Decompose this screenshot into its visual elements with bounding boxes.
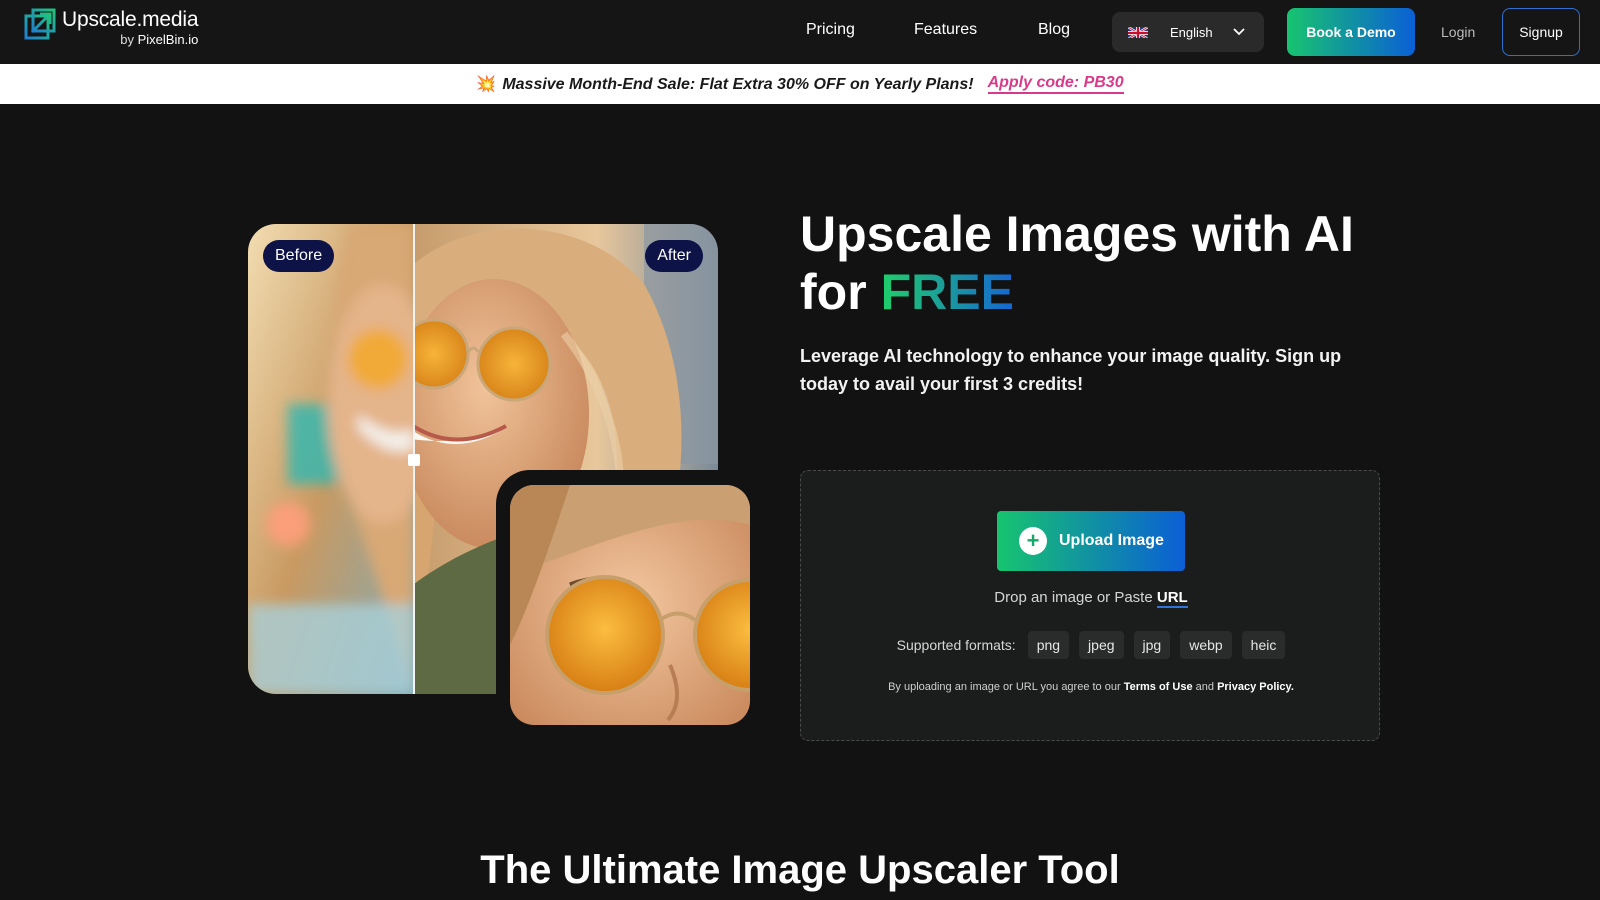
promo-text: 💥 Massive Month-End Sale: Flat Extra 30% … — [476, 76, 974, 93]
after-label: After — [645, 240, 703, 272]
plus-icon: + — [1019, 527, 1047, 555]
format-chip: webp — [1180, 631, 1232, 659]
logo[interactable]: Upscale.media by PixelBin.io — [24, 8, 199, 48]
uk-flag-icon — [1128, 26, 1148, 38]
upload-button-label: Upload Image — [1059, 532, 1164, 549]
login-link[interactable]: Login — [1441, 24, 1475, 40]
upload-dropzone[interactable]: + Upload Image Drop an image or Paste UR… — [800, 470, 1380, 741]
signup-button[interactable]: Signup — [1502, 8, 1580, 56]
zoomed-detail-image — [510, 485, 750, 725]
hero-title-free: FREE — [880, 264, 1014, 320]
terms-notice: By uploading an image or URL you agree t… — [888, 681, 1294, 693]
format-chip: jpeg — [1079, 631, 1124, 659]
logo-title: Upscale.media — [62, 8, 199, 31]
terms-of-use-link[interactable]: Terms of Use — [1124, 681, 1193, 693]
nav-features[interactable]: Features — [914, 21, 977, 39]
explosion-icon: 💥 — [476, 76, 497, 93]
language-selector[interactable]: English — [1112, 12, 1264, 52]
language-label: English — [1170, 24, 1213, 40]
logo-subtitle: by PixelBin.io — [120, 32, 199, 47]
format-chip: jpg — [1133, 631, 1171, 659]
before-label: Before — [263, 240, 335, 272]
formats-label: Supported formats: — [896, 637, 1016, 653]
promo-code-link[interactable]: Apply code: PB30 — [987, 74, 1124, 94]
privacy-policy-link[interactable]: Privacy Policy. — [1217, 681, 1294, 693]
hero-subtitle: Leverage AI technology to enhance your i… — [800, 346, 1342, 394]
drop-instructions: Drop an image or Paste URL — [994, 589, 1188, 608]
format-chip: heic — [1241, 631, 1286, 659]
chevron-down-icon — [1233, 28, 1245, 36]
nav-blog[interactable]: Blog — [1038, 21, 1070, 39]
upload-image-button[interactable]: + Upload Image — [997, 511, 1185, 571]
book-demo-button[interactable]: Book a Demo — [1287, 8, 1415, 56]
paste-url-link[interactable]: URL — [1156, 589, 1188, 608]
comparison-slider-handle[interactable] — [408, 454, 420, 466]
nav-pricing[interactable]: Pricing — [806, 21, 855, 39]
before-photo — [248, 224, 414, 694]
section-title: The Ultimate Image Upscaler Tool — [480, 848, 1120, 892]
upscale-logo-icon — [24, 8, 56, 40]
promo-banner: 💥 Massive Month-End Sale: Flat Extra 30% … — [0, 64, 1600, 104]
hero-title: Upscale Images with AI for FREE — [800, 206, 1354, 320]
top-nav-bar: Upscale.media by PixelBin.io Pricing Fea… — [0, 0, 1600, 64]
format-chip: png — [1027, 631, 1070, 659]
supported-formats: Supported formats: png jpeg jpg webp hei… — [801, 631, 1381, 659]
